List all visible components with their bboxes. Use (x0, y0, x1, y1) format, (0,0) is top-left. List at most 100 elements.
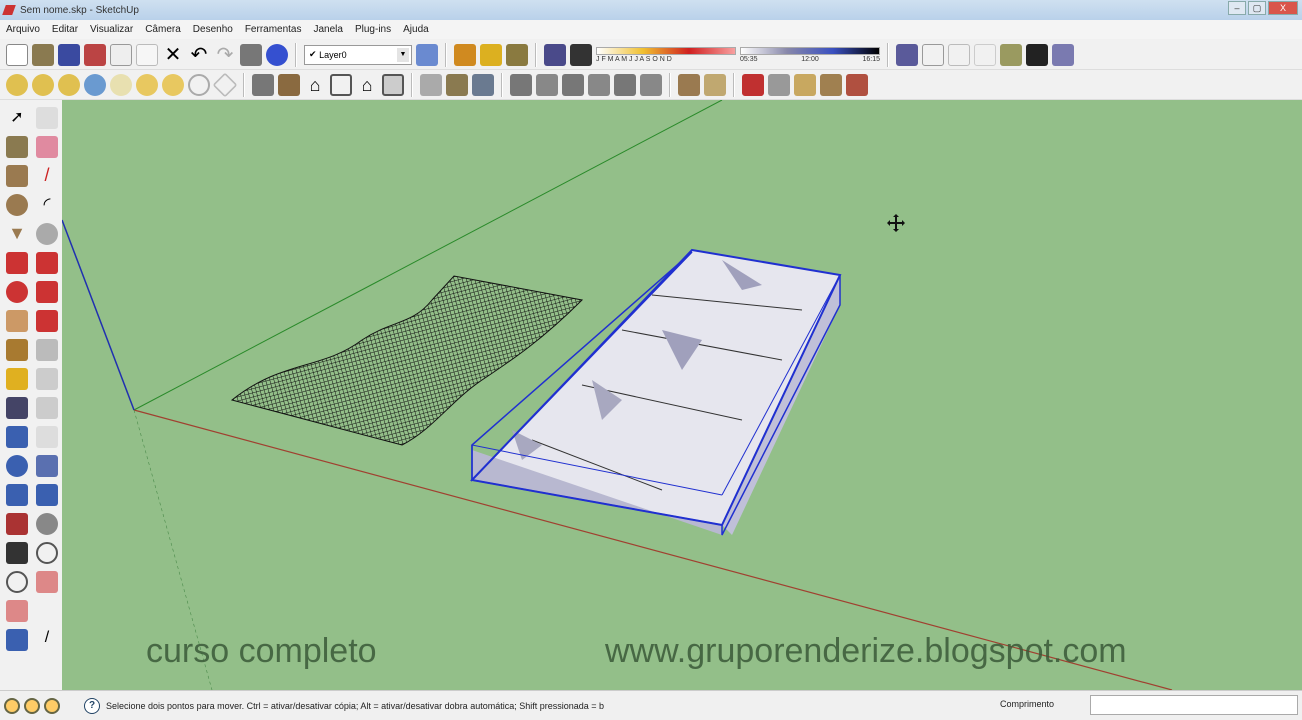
google-earth-icon[interactable] (6, 571, 28, 593)
open-icon[interactable] (32, 43, 54, 66)
circle-outline-icon[interactable] (188, 73, 210, 96)
share-model-icon[interactable] (6, 600, 28, 622)
look-around-tool-icon[interactable] (36, 513, 58, 535)
follow-me-icon[interactable] (36, 281, 58, 303)
position-camera-icon[interactable] (480, 43, 502, 66)
help-icon[interactable]: ? (84, 697, 100, 714)
circle-icon[interactable] (6, 194, 28, 216)
rotate-icon[interactable] (6, 281, 28, 303)
maximize-button[interactable]: ▢ (1248, 1, 1266, 15)
paint-bucket-icon[interactable] (6, 136, 28, 158)
erase-icon[interactable]: ✕ (162, 44, 184, 66)
layer-manager-icon[interactable] (416, 43, 438, 66)
menu-visualizar[interactable]: Visualizar (90, 24, 133, 35)
zoom-extents-icon[interactable] (6, 484, 28, 506)
dimension-icon[interactable] (36, 339, 58, 361)
save-icon[interactable] (58, 43, 80, 66)
shadow-settings-icon[interactable] (544, 43, 566, 66)
cut-icon[interactable] (84, 43, 106, 66)
time-slider[interactable]: 05:35 12:00 16:15 (740, 46, 880, 63)
print-icon[interactable] (240, 43, 262, 66)
iso-view-icon[interactable] (252, 73, 274, 96)
undo-icon[interactable]: ↶ (188, 44, 210, 66)
smoove-icon[interactable] (58, 73, 80, 96)
outer-shell-icon[interactable] (640, 73, 662, 96)
menu-plugins[interactable]: Plug-ins (355, 24, 391, 35)
axes-icon[interactable] (6, 397, 28, 419)
menu-ferramentas[interactable]: Ferramentas (245, 24, 302, 35)
3d-text-icon[interactable] (36, 397, 58, 419)
previous-view-icon[interactable] (36, 484, 58, 506)
look-around-icon[interactable] (506, 43, 528, 66)
menu-camera[interactable]: Câmera (145, 24, 181, 35)
position-camera-tool-icon[interactable] (6, 513, 28, 535)
flip-edge-icon[interactable] (162, 73, 184, 96)
menu-ajuda[interactable]: Ajuda (403, 24, 429, 35)
monochrome-icon[interactable] (1026, 43, 1048, 66)
paint-texture-icon[interactable] (678, 73, 700, 96)
freehand-icon[interactable] (36, 223, 58, 245)
chevron-down-icon[interactable]: ▼ (397, 47, 409, 62)
menu-editar[interactable]: Editar (52, 24, 78, 35)
select-icon[interactable]: ➚ (6, 107, 28, 129)
plugin-sphere-icon[interactable] (768, 73, 790, 96)
section-plane-icon[interactable] (446, 73, 468, 96)
menu-arquivo[interactable]: Arquivo (6, 24, 40, 35)
stamp-icon[interactable] (84, 73, 106, 96)
zoom-window-icon[interactable] (36, 455, 58, 477)
diamond-outline-icon[interactable] (212, 72, 238, 97)
top-view-icon[interactable] (278, 73, 300, 96)
left-view-icon[interactable] (382, 73, 404, 96)
solid-intersect-icon[interactable] (536, 73, 558, 96)
add-detail-icon[interactable] (136, 73, 158, 96)
walk-icon[interactable] (454, 43, 476, 66)
front-view-icon[interactable]: ⌂ (304, 74, 326, 96)
month-slider[interactable]: J F M A M J J A S O N D (596, 46, 736, 63)
redo-icon[interactable]: ↷ (214, 44, 236, 66)
geo-location-icon[interactable] (4, 697, 20, 714)
back-view-icon[interactable]: ⌂ (356, 74, 378, 96)
plugin-red-icon[interactable] (742, 73, 764, 96)
paste-icon[interactable] (136, 43, 158, 66)
sandbox-from-contours-icon[interactable] (6, 73, 28, 96)
shaded-textures-icon[interactable] (1000, 43, 1022, 66)
text-icon[interactable] (36, 368, 58, 390)
copy-icon[interactable] (110, 43, 132, 66)
measurements-input[interactable] (1090, 695, 1298, 715)
protractor-icon[interactable] (6, 368, 28, 390)
pan-icon[interactable] (36, 426, 58, 448)
solid-trim-icon[interactable] (588, 73, 610, 96)
hidden-line-icon[interactable] (948, 43, 970, 66)
tape-measure-icon[interactable] (6, 339, 28, 361)
plugin-texture-icon[interactable] (820, 73, 842, 96)
xray-icon[interactable] (896, 43, 918, 66)
warehouse-icon[interactable] (36, 571, 58, 593)
menu-desenho[interactable]: Desenho (193, 24, 233, 35)
zoom-icon[interactable] (6, 455, 28, 477)
rectangle-icon[interactable] (6, 165, 28, 187)
shaded-icon[interactable] (974, 43, 996, 66)
offset-icon[interactable] (36, 310, 58, 332)
sketch-icon[interactable]: / (36, 629, 58, 651)
minimize-button[interactable]: – (1228, 1, 1246, 15)
model-info-icon[interactable] (266, 43, 288, 66)
walk-tool-icon[interactable] (6, 542, 28, 564)
make-component-icon[interactable] (36, 107, 58, 129)
extension-icon[interactable] (6, 629, 28, 651)
layer-select[interactable]: ✔ Layer0 ▼ (304, 44, 412, 65)
material-icon[interactable] (704, 73, 726, 96)
solid-union-icon[interactable] (510, 73, 532, 96)
solid-subtract-icon[interactable] (562, 73, 584, 96)
solid-split-icon[interactable] (614, 73, 636, 96)
plugin-render-icon[interactable] (846, 73, 868, 96)
eraser-icon[interactable] (36, 136, 58, 158)
polygon-icon[interactable]: ▼ (6, 223, 28, 245)
plugin-frame-icon[interactable] (794, 73, 816, 96)
scale-icon[interactable] (6, 310, 28, 332)
right-view-icon[interactable] (330, 73, 352, 96)
user-icon[interactable] (44, 697, 60, 714)
drape-icon[interactable] (110, 73, 132, 96)
orbit-icon[interactable] (420, 73, 442, 96)
orbit-tool-icon[interactable] (6, 426, 28, 448)
line-icon[interactable]: / (36, 165, 58, 187)
